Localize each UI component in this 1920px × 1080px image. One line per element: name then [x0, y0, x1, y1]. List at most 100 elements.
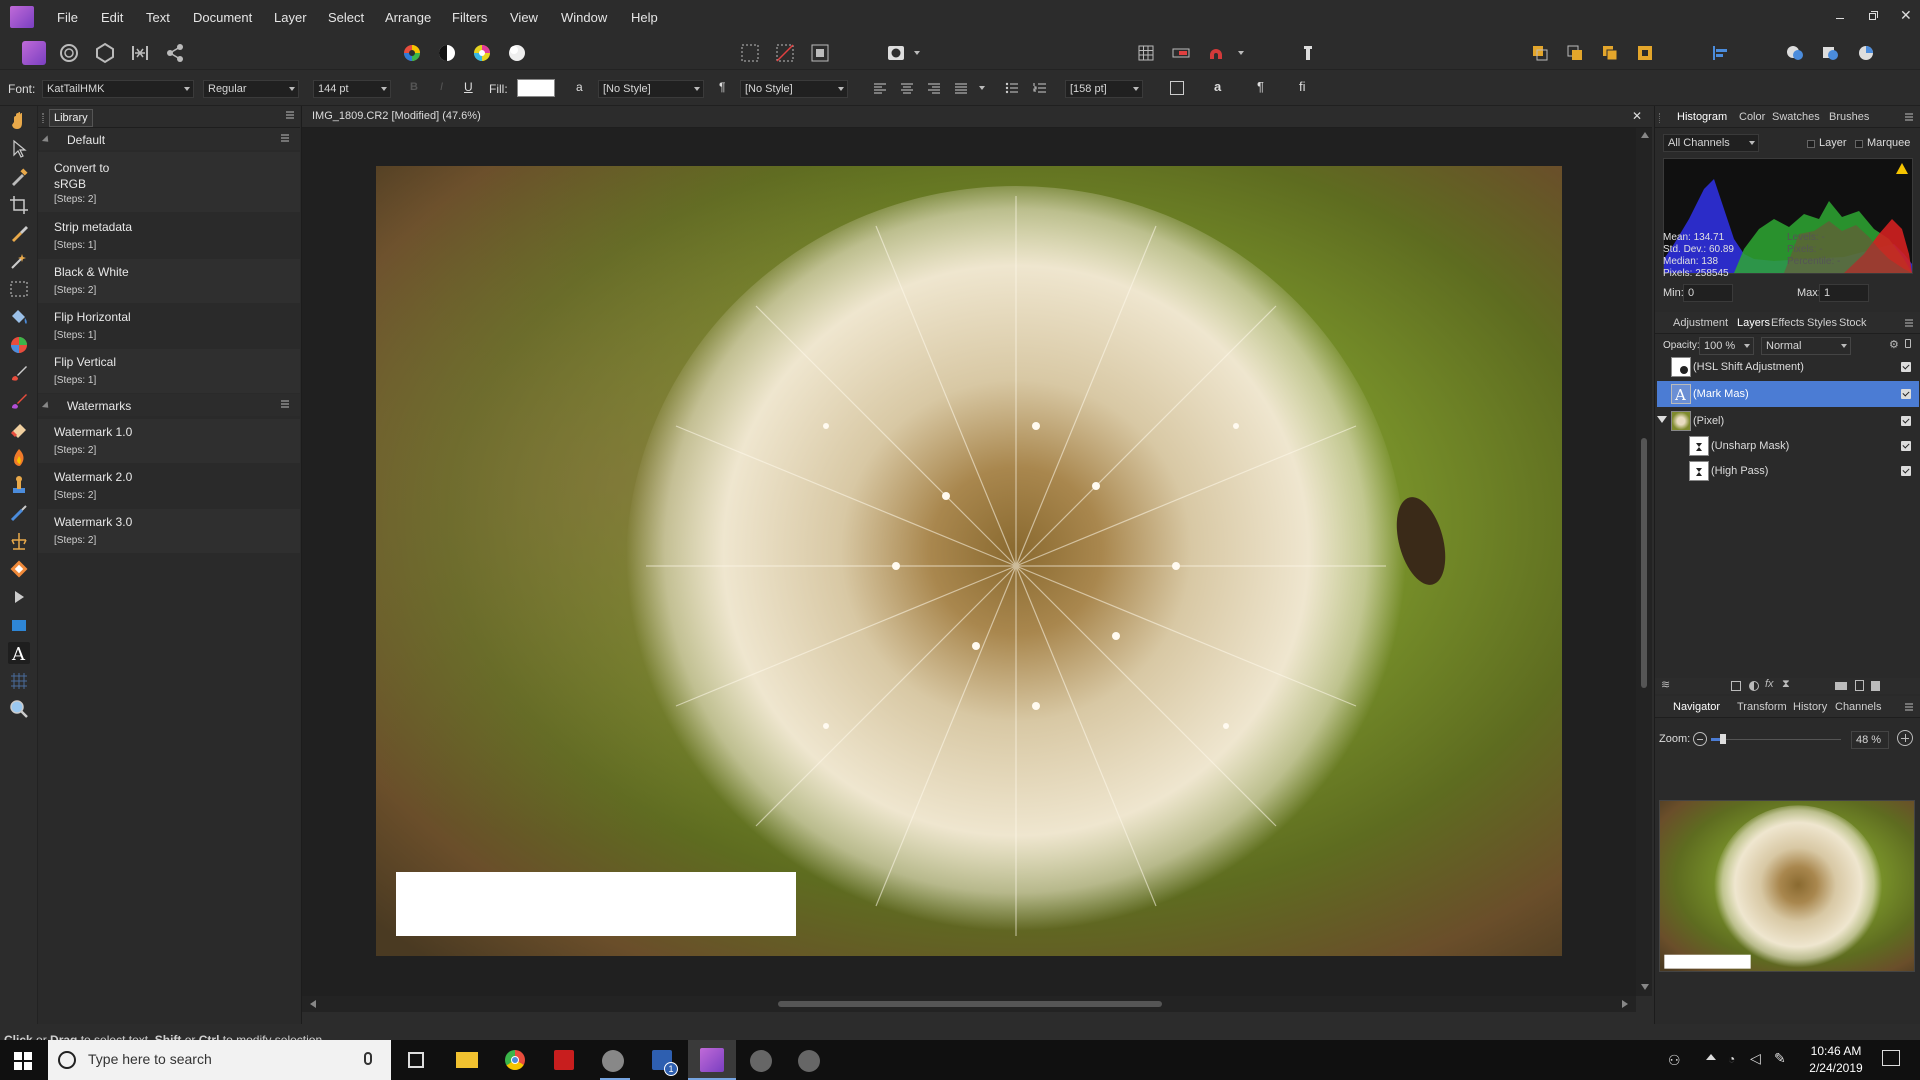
paragraph-panel-icon[interactable]: ¶: [1257, 79, 1264, 94]
align-center-icon[interactable]: [900, 82, 914, 94]
auto-contrast-icon[interactable]: [435, 41, 459, 65]
close-document-icon[interactable]: ✕: [1632, 109, 1642, 123]
flood-select-icon[interactable]: [8, 250, 30, 272]
horizontal-scrollbar[interactable]: [302, 996, 1636, 1012]
red-eye-icon[interactable]: [8, 530, 30, 552]
layer-visibility-checkbox[interactable]: [1901, 466, 1911, 476]
zoom-in-button[interactable]: [1897, 730, 1913, 746]
tab-stock[interactable]: Stock: [1839, 312, 1867, 334]
zoom-slider-track[interactable]: [1711, 739, 1841, 740]
group-menu-icon[interactable]: [281, 134, 291, 142]
text-frame-icon[interactable]: [1170, 81, 1184, 95]
shape-tool-icon[interactable]: [8, 558, 30, 580]
panel-menu-icon[interactable]: [286, 111, 296, 119]
tab-brushes[interactable]: Brushes: [1829, 106, 1869, 128]
layer-visibility-checkbox[interactable]: [1901, 441, 1911, 451]
people-icon[interactable]: ⚇: [1668, 1052, 1684, 1068]
layer-visibility-checkbox[interactable]: [1901, 416, 1911, 426]
layer-row-selected[interactable]: A (Mark Mas): [1657, 381, 1919, 407]
network-icon[interactable]: ◔: [1728, 1052, 1744, 1068]
tab-styles[interactable]: Styles: [1807, 312, 1837, 334]
leading-field[interactable]: [158 pt]: [1065, 80, 1143, 98]
color-picker-icon[interactable]: [8, 166, 30, 188]
blend-mode-select[interactable]: Normal: [1761, 337, 1851, 355]
tab-histogram[interactable]: Histogram: [1677, 106, 1727, 128]
menu-text[interactable]: Text: [146, 0, 170, 35]
tab-history[interactable]: History: [1793, 696, 1827, 718]
justify-dropdown-icon[interactable]: [979, 86, 985, 90]
library-item[interactable]: Strip metadata [Steps: 1]: [38, 214, 300, 258]
add-icon[interactable]: [1783, 41, 1807, 65]
menu-file[interactable]: File: [57, 0, 78, 35]
delete-layer-icon[interactable]: [1871, 681, 1880, 691]
numbered-list-icon[interactable]: [1033, 82, 1047, 94]
bold-button[interactable]: B: [410, 81, 418, 93]
zoom-out-button[interactable]: [1693, 732, 1707, 746]
color-replacement-brush-icon[interactable]: [8, 390, 30, 412]
layer-settings-icon[interactable]: ⚙: [1889, 338, 1899, 351]
channel-select[interactable]: All Channels: [1663, 134, 1759, 152]
quick-mask-icon[interactable]: [884, 41, 908, 65]
scroll-up-icon[interactable]: [1641, 132, 1649, 138]
file-explorer-icon[interactable]: [456, 1052, 478, 1068]
layers-stack-icon[interactable]: ≋: [1661, 678, 1670, 691]
adjustment-layer-icon[interactable]: [1749, 681, 1759, 691]
minimize-button[interactable]: [1834, 12, 1846, 24]
library-item[interactable]: Flip Horizontal [Steps: 1]: [38, 304, 300, 348]
develop-persona-button[interactable]: [93, 41, 117, 65]
tone-mapping-persona-button[interactable]: [128, 41, 152, 65]
menu-arrange[interactable]: Arrange: [385, 0, 431, 35]
scroll-left-icon[interactable]: [310, 1000, 316, 1008]
menu-layer[interactable]: Layer: [274, 0, 307, 35]
rectangle-tool-icon[interactable]: [8, 614, 30, 636]
typography-panel-icon[interactable]: fi: [1299, 79, 1306, 94]
selection-brush-icon[interactable]: [8, 222, 30, 244]
media-player-2-icon[interactable]: [798, 1050, 820, 1072]
tab-color[interactable]: Color: [1739, 106, 1765, 128]
zoom-value-field[interactable]: 48 %: [1851, 731, 1889, 749]
library-item[interactable]: Watermark 2.0 [Steps: 2]: [38, 464, 300, 508]
arrange-forward-icon[interactable]: [1598, 41, 1622, 65]
subtract-icon[interactable]: [1818, 41, 1842, 65]
export-persona-button[interactable]: [163, 41, 187, 65]
burn-tool-icon[interactable]: [8, 446, 30, 468]
magnet-icon[interactable]: [1204, 41, 1228, 65]
underline-button[interactable]: U: [464, 80, 473, 94]
media-app-icon[interactable]: [554, 1050, 574, 1070]
flood-fill-icon[interactable]: [8, 306, 30, 328]
paint-brush-icon[interactable]: [8, 362, 30, 384]
paragraph-style-select[interactable]: [No Style]: [740, 80, 848, 98]
watermark-text-frame[interactable]: [396, 872, 796, 936]
menu-edit[interactable]: Edit: [101, 0, 123, 35]
tab-transform[interactable]: Transform: [1737, 696, 1787, 718]
layer-visibility-checkbox[interactable]: [1901, 362, 1911, 372]
tab-channels[interactable]: Channels: [1835, 696, 1881, 718]
character-style-select[interactable]: [No Style]: [598, 80, 704, 98]
menu-view[interactable]: View: [510, 0, 538, 35]
layer-row[interactable]: (HSL Shift Adjustment): [1657, 354, 1919, 380]
menu-filters[interactable]: Filters: [452, 0, 487, 35]
expand-triangle-icon[interactable]: [1657, 416, 1667, 423]
justify-icon[interactable]: [954, 82, 968, 94]
group-menu-icon[interactable]: [281, 400, 291, 408]
library-item[interactable]: Watermark 3.0 [Steps: 2]: [38, 509, 300, 553]
opacity-field[interactable]: 100 %: [1699, 337, 1754, 355]
color-wheel-icon[interactable]: [8, 334, 30, 356]
character-panel-icon[interactable]: a: [1214, 79, 1221, 94]
min-input[interactable]: 0: [1683, 284, 1733, 302]
live-filter-icon[interactable]: ⧗: [1782, 678, 1790, 691]
arrange-back-icon[interactable]: [1528, 41, 1552, 65]
vertical-scroll-thumb[interactable]: [1641, 438, 1647, 688]
menu-document[interactable]: Document: [193, 0, 252, 35]
menu-window[interactable]: Window: [561, 0, 607, 35]
tab-swatches[interactable]: Swatches: [1772, 106, 1820, 128]
vertical-scrollbar[interactable]: [1636, 128, 1652, 996]
layer-row[interactable]: (High Pass): [1657, 458, 1919, 484]
library-item[interactable]: Watermark 1.0 [Steps: 2]: [38, 419, 300, 463]
affinity-photo-taskbar-button[interactable]: [688, 1040, 736, 1080]
panel-menu-icon[interactable]: [1905, 113, 1915, 121]
zoom-slider-thumb[interactable]: [1720, 734, 1727, 744]
pen-node-tool-icon[interactable]: [8, 586, 30, 608]
clone-stamp-icon[interactable]: [8, 474, 30, 496]
panel-menu-icon[interactable]: [1905, 319, 1915, 327]
